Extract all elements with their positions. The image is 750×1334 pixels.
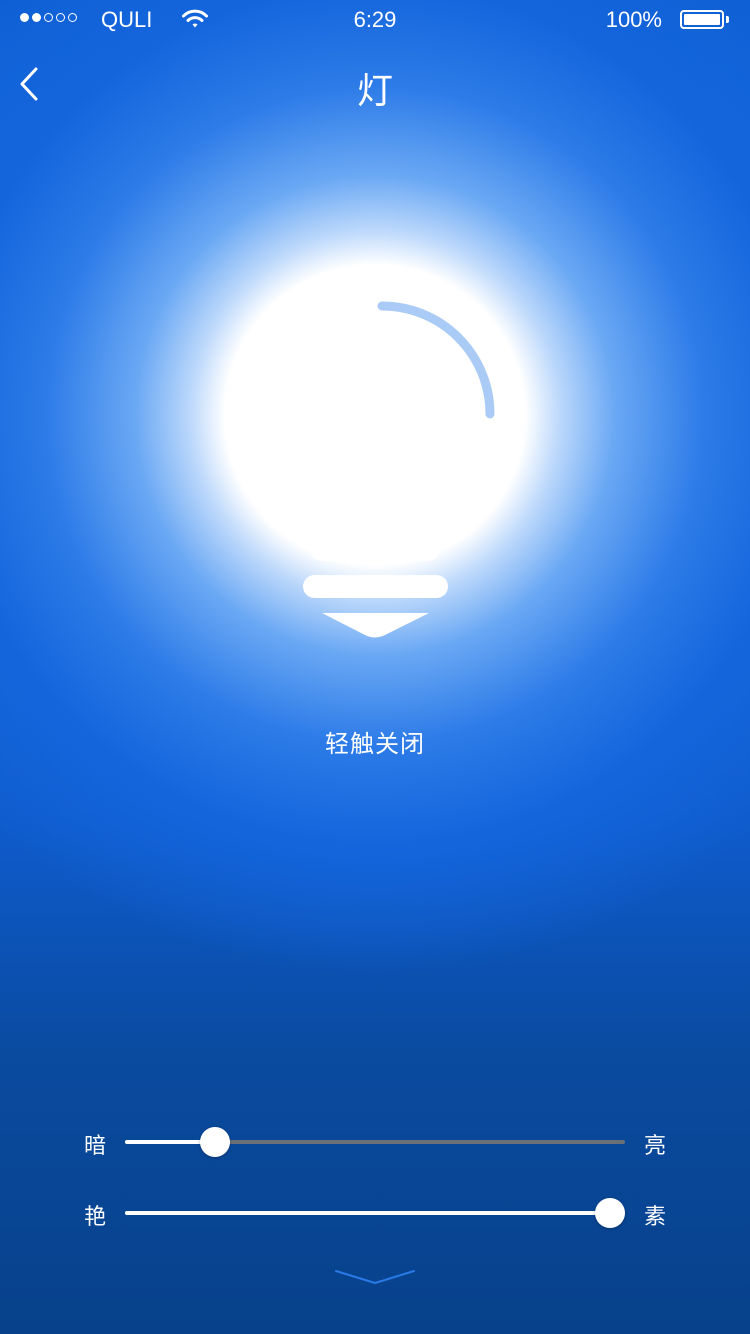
brightness-max-label: 亮: [644, 1134, 667, 1159]
light-control-screen: QULI 6:29 100% 灯 轻触关闭 暗 亮 艳 素: [0, 0, 750, 1334]
brightness-track[interactable]: [125, 1127, 625, 1157]
page-title: 灯: [356, 71, 393, 112]
battery-tip: [726, 16, 729, 23]
light-toggle-button[interactable]: [225, 265, 525, 645]
saturation-track[interactable]: [125, 1198, 625, 1228]
battery-icon: [680, 10, 724, 29]
brightness-slider: 暗 亮: [0, 1120, 750, 1164]
battery-percentage: 100%: [605, 7, 662, 32]
saturation-thumb[interactable]: [595, 1198, 625, 1228]
saturation-slider: 艳 素: [0, 1191, 750, 1235]
brightness-thumb[interactable]: [200, 1127, 230, 1157]
expand-button[interactable]: [333, 1264, 417, 1290]
brightness-min-label: 暗: [84, 1134, 107, 1159]
chevron-down-icon: [335, 1270, 415, 1284]
saturation-min-label: 艳: [84, 1205, 107, 1230]
status-bar: QULI 6:29 100%: [0, 0, 750, 40]
tap-to-turn-off-label: 轻触关闭: [325, 730, 425, 758]
light-bulb-icon: [230, 270, 520, 638]
saturation-max-label: 素: [644, 1205, 667, 1230]
saturation-track-fill: [125, 1211, 610, 1215]
